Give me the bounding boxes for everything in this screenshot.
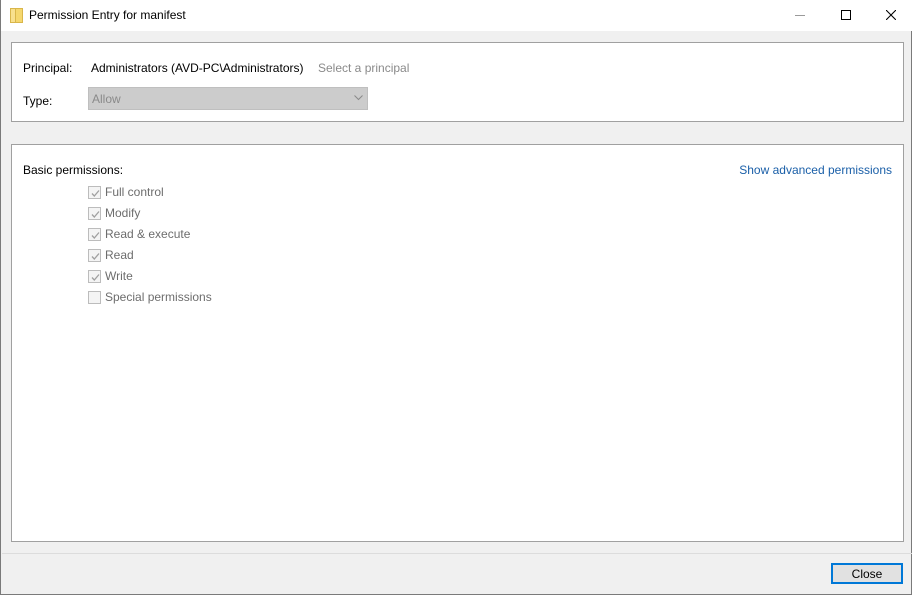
permission-modify[interactable]: Modify [88,205,140,221]
select-principal-link[interactable]: Select a principal [318,61,409,75]
background-window-edge [912,0,917,595]
checkbox-full-control[interactable] [88,185,101,199]
chevron-down-icon [354,95,363,101]
show-advanced-permissions-link[interactable]: Show advanced permissions [739,163,892,177]
permission-label: Read & execute [105,227,191,241]
checkbox-modify[interactable] [88,206,101,220]
checkmark-icon [91,210,100,218]
permission-special[interactable]: Special permissions [88,289,212,305]
checkbox-write[interactable] [88,269,101,283]
footer-divider [2,553,912,554]
checkmark-icon [91,252,100,260]
title-bar: Permission Entry for manifest [1,0,912,31]
close-icon [885,10,896,20]
principal-panel: Principal: Administrators (AVD-PC\Admini… [11,42,904,122]
checkbox-special-permissions[interactable] [88,290,101,304]
folder-icon [10,8,23,23]
checkbox-read[interactable] [88,248,101,262]
permission-write[interactable]: Write [88,268,133,284]
basic-permissions-heading: Basic permissions: [23,163,124,177]
maximize-icon [840,10,851,20]
minimize-button[interactable] [777,0,822,30]
close-button[interactable]: Close [831,563,903,584]
type-dropdown[interactable]: Allow [88,87,368,110]
permission-read-execute[interactable]: Read & execute [88,226,190,242]
permission-label: Write [105,269,133,283]
checkmark-icon [91,273,100,281]
permission-label: Modify [105,206,141,220]
principal-value: Administrators (AVD-PC\Administrators) [91,61,304,75]
permission-full-control[interactable]: Full control [88,184,164,200]
principal-label: Principal: [23,61,73,75]
maximize-button[interactable] [823,0,868,30]
permission-label: Read [105,248,134,262]
permission-label: Special permissions [105,290,212,304]
checkmark-icon [91,231,100,239]
permission-read[interactable]: Read [88,247,134,263]
type-label: Type: [23,94,53,108]
close-window-button[interactable] [868,0,913,30]
checkbox-read-execute[interactable] [88,227,101,241]
minimize-icon [794,15,805,16]
checkmark-icon [91,189,100,197]
permission-entry-dialog: Permission Entry for manifest Principal:… [0,0,912,595]
window-title: Permission Entry for manifest [29,8,186,22]
permissions-panel: Basic permissions: Show advanced permiss… [11,144,904,542]
type-dropdown-value: Allow [92,92,121,106]
permission-label: Full control [105,185,164,199]
